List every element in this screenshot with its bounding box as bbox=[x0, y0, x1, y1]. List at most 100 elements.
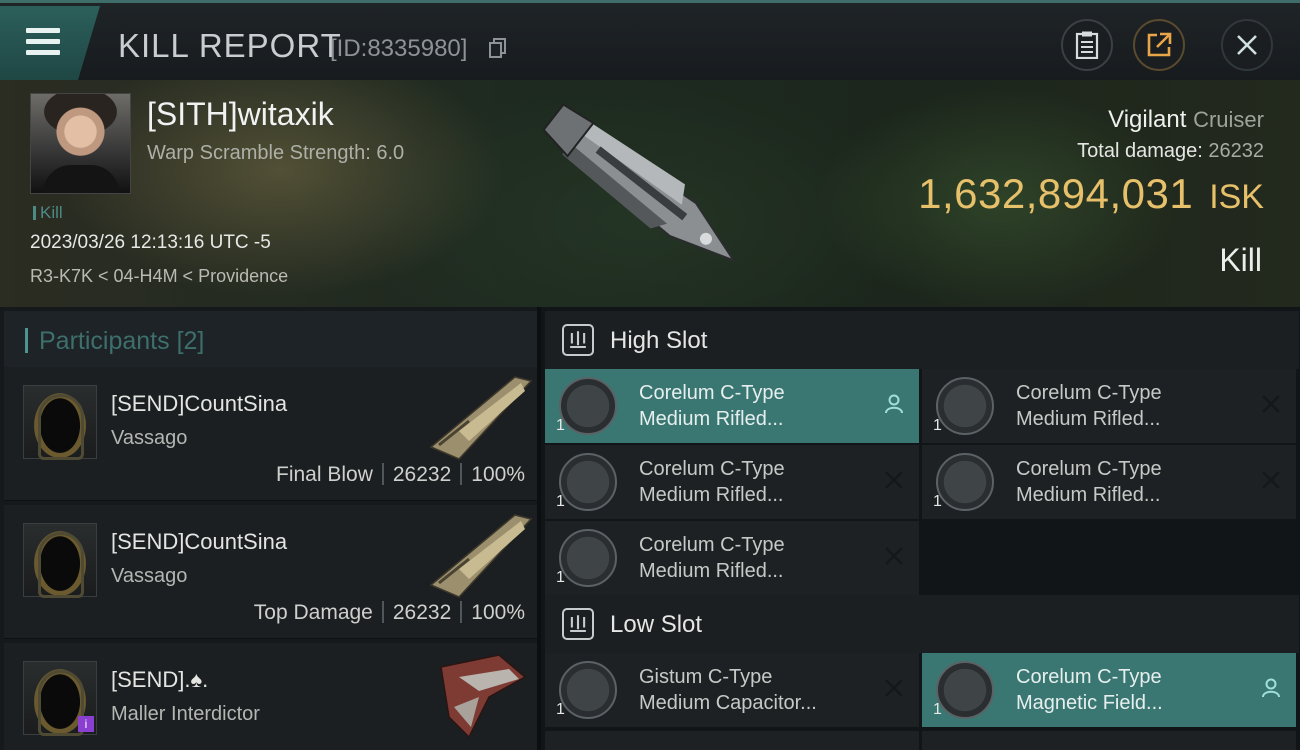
participant-ship-image bbox=[429, 514, 533, 598]
participant-percent: 100% bbox=[471, 601, 525, 624]
kill-tag: Kill bbox=[33, 203, 63, 223]
module-name: Corelum C-Type Medium Rifled... bbox=[639, 458, 785, 506]
participants-count: [2] bbox=[176, 327, 205, 355]
module-quantity: 1 bbox=[933, 701, 942, 718]
high-slot-title: High Slot bbox=[610, 327, 708, 354]
module-item[interactable]: 1 Corelum C-Type Magnetic Field... bbox=[922, 653, 1296, 727]
fitted-user-icon bbox=[1262, 678, 1280, 698]
module-item[interactable]: 1 Gistum C-Type Medium Capacitor... bbox=[545, 653, 919, 727]
participant-role: Final Blow bbox=[276, 463, 373, 486]
destroyed-x-icon bbox=[1262, 395, 1280, 413]
participants-header[interactable]: Participants [2] bbox=[4, 311, 537, 367]
turret-icon bbox=[936, 377, 994, 435]
module-item-partial[interactable] bbox=[922, 731, 1296, 750]
close-icon bbox=[1237, 35, 1257, 55]
fitted-user-icon bbox=[885, 394, 903, 414]
participant-ship: Vassago bbox=[111, 565, 188, 587]
participant-portrait[interactable]: i bbox=[23, 661, 97, 736]
participant-badge: i bbox=[78, 716, 94, 732]
copy-icon[interactable] bbox=[489, 38, 507, 58]
share-button[interactable] bbox=[1133, 19, 1185, 71]
turret-icon bbox=[559, 529, 617, 587]
participant-ship: Maller Interdictor bbox=[111, 703, 260, 725]
participant-stats: Top Damage 26232 100% bbox=[254, 601, 525, 625]
participant-name: [SEND]CountSina bbox=[111, 529, 288, 554]
turret-icon bbox=[936, 453, 994, 511]
victim-name[interactable]: [SITH]witaxik bbox=[147, 96, 334, 133]
capacitor-icon bbox=[559, 661, 617, 719]
participant-role: Top Damage bbox=[253, 601, 373, 624]
participant-stats: Final Blow 26232 100% bbox=[276, 463, 525, 487]
total-damage-value: 26232 bbox=[1208, 140, 1264, 162]
destroyed-x-icon bbox=[885, 547, 903, 565]
participant-portrait[interactable] bbox=[23, 523, 97, 598]
participant-row[interactable]: [SEND]CountSina Vassago Top Damage 26232 1… bbox=[4, 505, 537, 639]
participant-name: [SEND]CountSina bbox=[111, 391, 288, 416]
module-quantity: 1 bbox=[556, 569, 565, 586]
kill-location: R3-K7K < 04-H4M < Providence bbox=[30, 266, 289, 286]
clipboard-icon bbox=[1075, 31, 1099, 59]
isk-unit: ISK bbox=[1209, 178, 1264, 216]
module-quantity: 1 bbox=[556, 493, 565, 510]
module-quantity: 1 bbox=[556, 701, 565, 718]
module-name: Corelum C-Type Medium Rifled... bbox=[1016, 458, 1162, 506]
participant-ship: Vassago bbox=[111, 427, 188, 449]
module-name: Corelum C-Type Medium Rifled... bbox=[639, 534, 785, 582]
participant-percent: 100% bbox=[471, 463, 525, 486]
total-damage: Total damage: 26232 bbox=[1077, 140, 1264, 163]
module-name: Corelum C-Type Medium Rifled... bbox=[639, 382, 785, 430]
module-item[interactable]: 1 Corelum C-Type Medium Rifled... bbox=[922, 369, 1296, 443]
module-item[interactable]: 1 Corelum C-Type Medium Rifled... bbox=[545, 445, 919, 519]
low-slot-title: Low Slot bbox=[610, 611, 703, 638]
isk-value: 1,632,894,031 bbox=[918, 170, 1194, 217]
victim-portrait[interactable] bbox=[30, 93, 131, 194]
victim-summary: [SITH]witaxik Warp Scramble Strength: 6.… bbox=[0, 80, 1300, 307]
result-label: Kill bbox=[1219, 242, 1262, 278]
header-bar: KILL REPORT [ID:8335980] bbox=[0, 0, 1300, 80]
participants-title: Participants [2] bbox=[39, 327, 205, 355]
clipboard-button[interactable] bbox=[1061, 19, 1113, 71]
participant-row[interactable]: [SEND]CountSina Vassago Final Blow 26232 1… bbox=[4, 367, 537, 501]
kill-datetime: 2023/03/26 12:13:16 UTC -5 bbox=[30, 232, 271, 253]
fitting-panel: High Slot 1 Corelum C-Type Medium Rifled.… bbox=[541, 307, 1300, 750]
module-name: Corelum C-Type Magnetic Field... bbox=[1016, 666, 1163, 714]
module-quantity: 1 bbox=[556, 417, 565, 434]
module-quantity: 1 bbox=[933, 417, 942, 434]
participants-panel: Participants [2] [SEND]CountSina Vassago… bbox=[0, 307, 537, 750]
module-item[interactable]: 1 Corelum C-Type Medium Rifled... bbox=[545, 369, 919, 443]
module-quantity: 1 bbox=[933, 493, 942, 510]
module-name: Corelum C-Type Medium Rifled... bbox=[1016, 382, 1162, 430]
module-name: Gistum C-Type Medium Capacitor... bbox=[639, 666, 817, 714]
ship-name: Vigilant bbox=[1108, 106, 1187, 133]
module-item[interactable]: 1 Corelum C-Type Medium Rifled... bbox=[545, 521, 919, 595]
page-title: KILL REPORT bbox=[118, 27, 342, 64]
participant-ship-image bbox=[440, 654, 527, 739]
magnetic-field-icon bbox=[936, 661, 994, 719]
hamburger-menu-icon[interactable] bbox=[26, 28, 60, 56]
close-button[interactable] bbox=[1221, 19, 1273, 71]
share-external-icon bbox=[1147, 32, 1172, 57]
participant-name: [SEND].♠. bbox=[111, 667, 209, 692]
participant-portrait[interactable] bbox=[23, 385, 97, 460]
participant-damage: 26232 bbox=[392, 463, 452, 486]
high-slot-icon bbox=[562, 324, 594, 356]
isk-loss: 1,632,894,031 ISK bbox=[918, 170, 1264, 218]
module-item[interactable]: 1 Corelum C-Type Medium Rifled... bbox=[922, 445, 1296, 519]
menu-tab[interactable] bbox=[0, 6, 100, 80]
participant-damage: 26232 bbox=[392, 601, 452, 624]
participant-row[interactable]: i [SEND].♠. Maller Interdictor bbox=[4, 643, 537, 750]
report-id: [ID:8335980] bbox=[330, 35, 468, 62]
turret-icon bbox=[559, 377, 617, 435]
victim-ship-image bbox=[542, 103, 737, 263]
destroyed-x-icon bbox=[885, 679, 903, 697]
high-slot-header: High Slot bbox=[545, 311, 1299, 369]
low-slot-icon bbox=[562, 608, 594, 640]
destroyed-x-icon bbox=[1262, 471, 1280, 489]
warp-scramble-strength: Warp Scramble Strength: 6.0 bbox=[147, 142, 405, 164]
module-item-partial[interactable] bbox=[545, 731, 919, 750]
victim-ship: Vigilant Cruiser bbox=[1108, 106, 1264, 134]
total-damage-label: Total damage: bbox=[1077, 140, 1203, 162]
turret-icon bbox=[559, 453, 617, 511]
ship-class: Cruiser bbox=[1193, 107, 1264, 132]
low-slot-header: Low Slot bbox=[545, 595, 1299, 653]
